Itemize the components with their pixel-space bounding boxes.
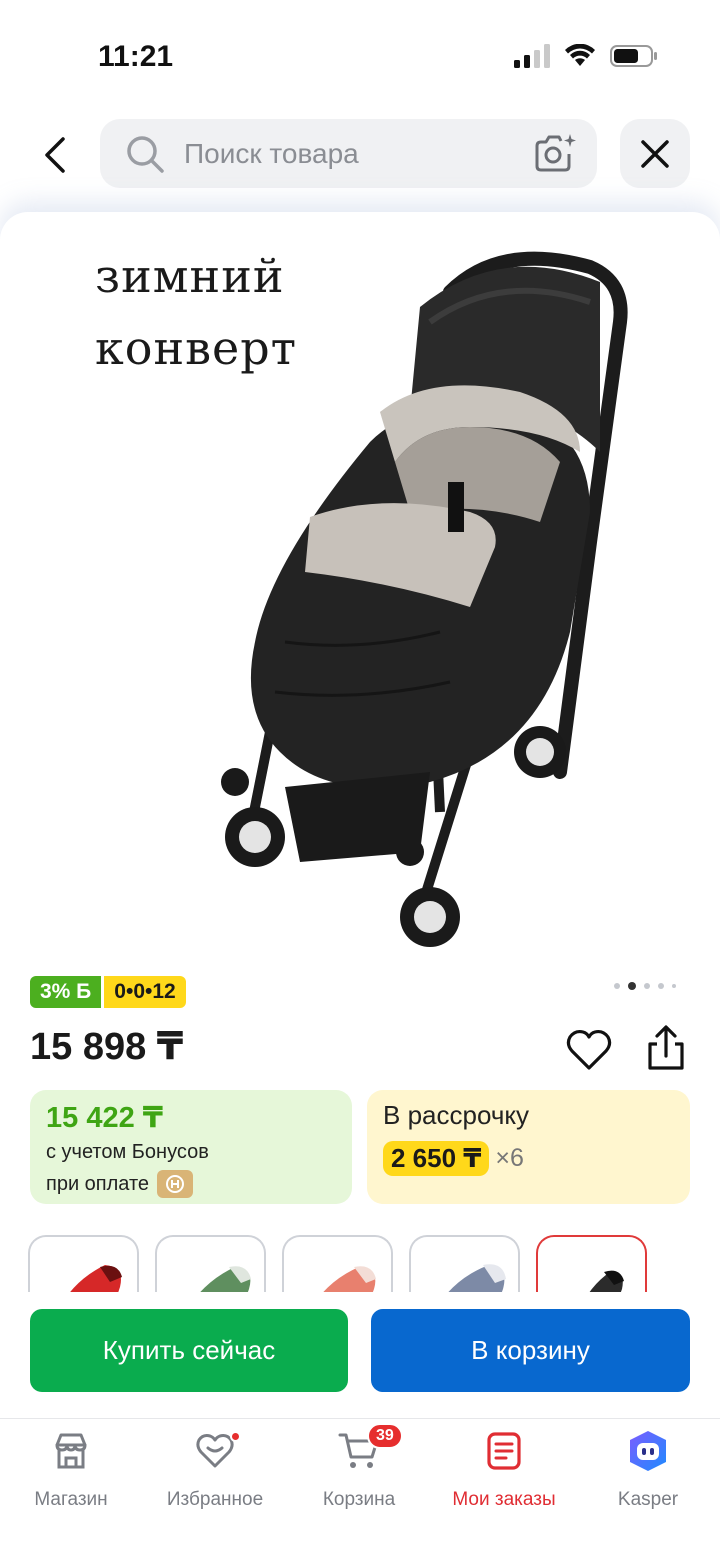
bonus-price-card[interactable]: 15 422 ₸ с учетом Бонусов при оплате bbox=[30, 1090, 352, 1204]
store-icon bbox=[1, 1429, 141, 1473]
kasper-assistant-icon bbox=[578, 1429, 718, 1473]
nav-label: Магазин bbox=[34, 1489, 108, 1510]
search-bar[interactable]: Поиск товара bbox=[100, 119, 597, 188]
camera-search-icon[interactable] bbox=[533, 132, 577, 174]
product-card: зимний конверт 3% Б 0•0•12 15 898 ₸ 15 4… bbox=[0, 212, 720, 1312]
signal-icon bbox=[514, 44, 550, 68]
product-price: 15 898 ₸ bbox=[30, 1026, 184, 1068]
add-to-favorites-button[interactable] bbox=[566, 1028, 612, 1072]
status-icons bbox=[514, 44, 658, 68]
product-gallery[interactable]: зимний конверт bbox=[0, 212, 720, 962]
share-button[interactable] bbox=[642, 1024, 690, 1072]
favorites-indicator-dot bbox=[230, 1431, 241, 1442]
installment-multiplier: ×6 bbox=[495, 1144, 524, 1172]
bonus-badge: 3% Б bbox=[30, 976, 102, 1008]
status-bar: 11:21 bbox=[0, 0, 720, 110]
cart-icon: 39 bbox=[289, 1423, 429, 1473]
back-button[interactable] bbox=[30, 130, 80, 180]
nav-item-kasper[interactable]: Kasper bbox=[578, 1429, 718, 1511]
add-to-cart-button[interactable]: В корзину bbox=[371, 1309, 690, 1392]
search-input[interactable]: Поиск товара bbox=[184, 138, 359, 170]
close-button[interactable] bbox=[620, 119, 690, 188]
bonus-note-line2: при оплате bbox=[46, 1170, 336, 1198]
bottom-navigation: Магазин Избранное 39 Корзина Мои заказы … bbox=[0, 1418, 720, 1565]
search-icon bbox=[127, 136, 164, 173]
chevron-left-icon bbox=[45, 137, 65, 173]
installment-amount: 2 650 ₸ bbox=[383, 1141, 490, 1176]
installment-card[interactable]: В рассрочку 2 650 ₸ ×6 bbox=[367, 1090, 690, 1204]
heart-icon bbox=[145, 1429, 285, 1473]
bonus-note-text: с учетом Бонусов bbox=[46, 1141, 209, 1163]
share-icon bbox=[648, 1025, 684, 1070]
cart-count-badge: 39 bbox=[367, 1423, 403, 1449]
installment-row: 2 650 ₸ ×6 bbox=[383, 1141, 674, 1176]
wifi-icon bbox=[565, 44, 595, 66]
purchase-actions: Купить сейчас В корзину bbox=[0, 1292, 720, 1418]
heart-icon bbox=[566, 1029, 612, 1070]
bonus-note-line1: с учетом Бонусов bbox=[46, 1141, 336, 1164]
gallery-pagination bbox=[614, 982, 676, 990]
close-icon bbox=[641, 139, 669, 168]
nav-label: Мои заказы bbox=[452, 1489, 556, 1510]
pagination-dot bbox=[614, 983, 620, 989]
orders-icon bbox=[434, 1429, 574, 1473]
pagination-dot bbox=[644, 983, 650, 989]
nav-label: Kasper bbox=[617, 1489, 679, 1510]
status-time: 11:21 bbox=[98, 40, 174, 73]
promo-badges: 3% Б 0•0•12 bbox=[30, 976, 186, 1008]
nav-item-orders[interactable]: Мои заказы bbox=[434, 1429, 574, 1511]
bonus-note-text: при оплате bbox=[46, 1172, 150, 1195]
battery-icon bbox=[610, 45, 657, 67]
nav-item-cart[interactable]: 39 Корзина bbox=[289, 1423, 429, 1511]
installment-badge: 0•0•12 bbox=[104, 976, 186, 1008]
bonus-price: 15 422 ₸ bbox=[46, 1102, 163, 1134]
nav-label: Избранное bbox=[166, 1489, 264, 1510]
buy-now-button[interactable]: Купить сейчас bbox=[30, 1309, 348, 1392]
stroller-product-image bbox=[221, 251, 628, 947]
kaspi-gold-icon bbox=[157, 1170, 194, 1198]
pagination-dot-active bbox=[628, 982, 636, 990]
nav-label: Корзина bbox=[322, 1489, 396, 1510]
search-header: Поиск товара bbox=[0, 110, 720, 210]
pagination-dot bbox=[672, 984, 676, 988]
nav-item-favorites[interactable]: Избранное bbox=[145, 1429, 285, 1511]
installment-title: В рассрочку bbox=[383, 1100, 530, 1130]
nav-item-store[interactable]: Магазин bbox=[1, 1429, 141, 1511]
pagination-dot bbox=[658, 983, 664, 989]
